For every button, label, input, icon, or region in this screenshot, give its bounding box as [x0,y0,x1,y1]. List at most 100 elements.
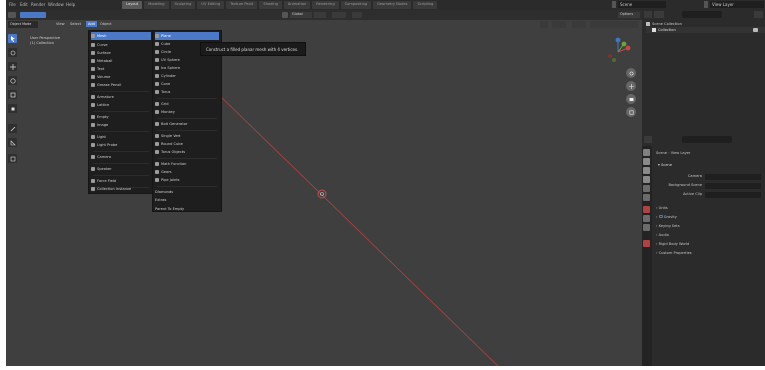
texture-tab-icon[interactable] [643,215,650,222]
perspective-toggle-icon[interactable] [626,107,636,117]
mesh-item-circle[interactable]: Circle [155,48,171,56]
cursor-tool-icon[interactable] [8,48,17,57]
mesh-item-extras[interactable]: Extras › [155,196,166,204]
editor-type-icon[interactable] [8,12,16,18]
add-menu-item-mesh[interactable]: Mesh › [91,32,151,40]
measure-tool-icon[interactable] [8,138,17,147]
properties-search-input[interactable] [682,136,732,143]
add-menu-item-grease-pencil[interactable]: Grease Pencil › [91,81,121,89]
active-clip-field[interactable] [705,192,761,198]
physics-tab-icon[interactable] [643,240,650,247]
mesh-item-grid[interactable]: Grid [155,100,169,108]
add-menu-item-collection-instance[interactable]: Collection Instance › [91,185,131,193]
mesh-item-cone[interactable]: Cone [155,80,170,88]
scale-tool-icon[interactable] [8,90,17,99]
tab-scripting[interactable]: Scripting [413,1,438,9]
outliner-scene-collection[interactable]: Scene Collection [652,22,682,26]
add-menu-item-text[interactable]: Text [91,65,104,73]
filter-icon[interactable] [754,11,763,18]
mesh-item-uv-sphere[interactable]: UV Sphere [155,56,180,64]
select-tool-icon[interactable] [8,34,17,43]
tab-texture-paint[interactable]: Texture Paint [226,1,258,9]
view-layer-selector[interactable]: View Layer [710,1,764,8]
gravity-checkbox[interactable] [658,215,663,218]
outliner-search-input[interactable] [682,11,722,18]
rotate-tool-icon[interactable] [8,76,17,85]
background-scene-field[interactable] [705,183,761,189]
add-menu-item-image[interactable]: Image › [91,121,108,129]
mesh-item-gears[interactable]: Gears › [155,168,172,176]
proportional-edit[interactable] [352,12,362,18]
menu-window[interactable]: Window [48,2,64,7]
camera-field[interactable] [705,174,761,180]
output-tab-icon[interactable] [643,167,650,174]
mesh-item-cylinder[interactable]: Cylinder [155,72,176,80]
add-menu-item-volume[interactable]: Volume › [91,73,110,81]
tab-compositing[interactable]: Compositing [340,1,372,9]
pivot-selector[interactable] [314,12,326,18]
add-menu-item-lattice[interactable]: Lattice [91,101,109,109]
mesh-item-torus[interactable]: Torus [155,88,170,96]
zoom-view-icon[interactable] [626,68,636,78]
tab-uv-editing[interactable]: UV Editing [197,1,225,9]
tab-geometry-nodes[interactable]: Geometry Nodes [373,1,412,9]
display-mode-icon[interactable] [654,11,664,18]
add-cube-tool-icon[interactable] [8,154,17,163]
tab-layout[interactable]: Layout [122,1,143,9]
panel-rigid-body-world[interactable]: › Rigid Body World [656,242,689,246]
pan-view-icon[interactable] [626,81,636,91]
tool-tab-icon[interactable] [643,149,650,156]
select-mode-buttons[interactable] [20,12,46,18]
options-dropdown[interactable]: Options [618,12,640,18]
camera-view-icon[interactable] [626,94,636,104]
panel-audio[interactable]: › Audio [656,233,669,237]
render-tab-icon[interactable] [643,158,650,165]
menu-render[interactable]: Render [31,2,45,7]
object-tab-icon[interactable] [643,224,650,231]
add-menu-item-surface[interactable]: Surface › [91,49,111,57]
mesh-item-ico-sphere[interactable]: Ico Sphere [155,64,180,72]
transform-tool-icon[interactable] [8,104,17,113]
panel-custom-properties[interactable]: › Custom Properties [656,251,692,255]
add-menu-item-empty[interactable]: Empty › [91,113,109,121]
mesh-item-diamonds[interactable]: Diamonds › [155,188,173,196]
scene-section-header[interactable]: ▾ Scene [658,163,672,167]
tab-sculpting[interactable]: Sculpting [170,1,196,9]
menu-edit[interactable]: Edit [20,2,28,7]
collection-visibility-icon[interactable] [753,28,758,32]
snap-toggle[interactable] [332,12,346,18]
collection-tab-icon[interactable] [643,206,650,213]
add-menu-item-speaker[interactable]: Speaker [91,165,112,173]
add-menu-item-light[interactable]: Light › [91,133,106,141]
add-menu-item-force-field[interactable]: Force Field › [91,177,116,185]
navigation-gizmo[interactable] [600,34,636,70]
menu-help[interactable]: Help [66,2,75,7]
panel-units[interactable]: › Units [656,206,668,210]
mesh-item-cube[interactable]: Cube [155,40,170,48]
mesh-item-single-vert[interactable]: Single Vert › [155,132,180,140]
mesh-item-torus-objects[interactable]: Torus Objects › [155,148,185,156]
mesh-item-round-cube[interactable]: Round Cube [155,140,183,148]
world-tab-icon[interactable] [643,194,650,201]
mesh-item-pipe-joints[interactable]: Pipe Joints › [155,176,180,184]
mesh-item-parent-to-empty[interactable]: Parent To Empty [155,205,184,213]
mesh-item-math-function[interactable]: Math Function › [155,160,186,168]
tab-shading[interactable]: Shading [259,1,282,9]
tab-modeling[interactable]: Modeling [144,1,169,9]
scene-selector[interactable]: Scene [618,1,666,8]
move-tool-icon[interactable] [8,62,17,71]
menu-file[interactable]: File [9,2,16,7]
outliner-editor-icon[interactable] [644,11,652,18]
annotate-tool-icon[interactable] [8,124,17,133]
tab-animation[interactable]: Animation [283,1,311,9]
add-menu-item-armature[interactable]: Armature [91,93,114,101]
orientation-selector[interactable]: Global [290,12,312,18]
add-menu-item-light-probe[interactable]: Light Probe › [91,141,117,149]
view-layer-tab-icon[interactable] [643,176,650,183]
mesh-item-plane[interactable]: Plane [155,32,219,40]
add-menu-item-metaball[interactable]: Metaball › [91,57,112,65]
add-menu-item-curve[interactable]: Curve › [91,41,108,49]
scene-tab-icon[interactable] [643,185,650,192]
properties-editor-icon[interactable] [644,136,652,143]
mesh-item-monkey[interactable]: Monkey [155,108,175,116]
